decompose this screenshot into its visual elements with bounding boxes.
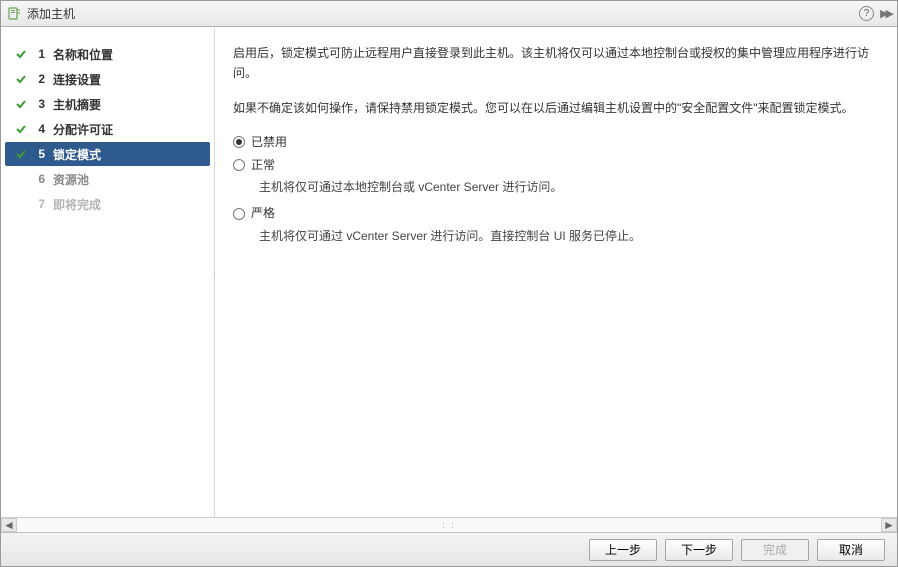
scroll-left-icon[interactable]: ◄ [1, 518, 17, 532]
check-icon [15, 48, 27, 60]
content-panel: 启用后，锁定模式可防止远程用户直接登录到此主机。该主机将仅可以通过本地控制台或授… [215, 27, 897, 517]
step-resource-pool[interactable]: 6 资源池 [5, 167, 210, 191]
back-button[interactable]: 上一步 [589, 539, 657, 561]
titlebar: 添加主机 ? ▶▶ [1, 1, 897, 27]
radio-option-strict[interactable]: 严格 [233, 203, 877, 223]
step-number: 4 [35, 122, 45, 136]
step-assign-license[interactable]: 4 分配许可证 [5, 117, 210, 141]
radio-label: 严格 [251, 203, 275, 223]
step-sidebar: 1 名称和位置 2 连接设置 3 主机摘要 4 [1, 27, 215, 517]
expand-icon[interactable]: ▶▶ [880, 7, 891, 20]
step-number: 6 [35, 172, 45, 186]
host-icon [7, 7, 21, 21]
wizard-footer: 上一步 下一步 完成 取消 [1, 532, 897, 566]
add-host-wizard: 添加主机 ? ▶▶ 1 名称和位置 2 连接设置 [0, 0, 898, 567]
lockdown-radio-group: 已禁用 正常 主机将仅可通过本地控制台或 vCenter Server 进行访问… [233, 132, 877, 246]
step-lockdown-mode[interactable]: 5 锁定模式 [5, 142, 210, 166]
step-label: 名称和位置 [53, 46, 113, 63]
step-label: 即将完成 [53, 196, 101, 213]
radio-icon[interactable] [233, 159, 245, 171]
step-number: 3 [35, 97, 45, 111]
wizard-body: 1 名称和位置 2 连接设置 3 主机摘要 4 [1, 27, 897, 517]
radio-desc-normal: 主机将仅可通过本地控制台或 vCenter Server 进行访问。 [259, 177, 877, 197]
step-label: 连接设置 [53, 71, 101, 88]
horizontal-scrollbar[interactable]: ◄ : : ► [1, 517, 897, 532]
step-label: 分配许可证 [53, 121, 113, 138]
step-number: 7 [35, 197, 45, 211]
step-name-location[interactable]: 1 名称和位置 [5, 42, 210, 66]
step-ready-complete: 7 即将完成 [5, 192, 210, 216]
step-number: 2 [35, 72, 45, 86]
check-icon [15, 123, 27, 135]
step-label: 主机摘要 [53, 96, 101, 113]
step-number: 5 [35, 147, 45, 161]
radio-label: 已禁用 [251, 132, 287, 152]
step-label: 资源池 [53, 171, 89, 188]
splitter-handle-icon[interactable]: ·· [213, 272, 217, 276]
finish-button: 完成 [741, 539, 809, 561]
radio-desc-strict: 主机将仅可通过 vCenter Server 进行访问。直接控制台 UI 服务已… [259, 226, 877, 246]
scroll-track[interactable]: : : [17, 518, 881, 532]
help-icon[interactable]: ? [859, 6, 874, 21]
window-title: 添加主机 [27, 5, 853, 22]
cancel-button[interactable]: 取消 [817, 539, 885, 561]
scroll-grip-icon: : : [442, 520, 456, 530]
intro-text-1: 启用后，锁定模式可防止远程用户直接登录到此主机。该主机将仅可以通过本地控制台或授… [233, 43, 877, 84]
check-icon [15, 73, 27, 85]
radio-option-disabled[interactable]: 已禁用 [233, 132, 877, 152]
radio-label: 正常 [251, 155, 275, 175]
step-label: 锁定模式 [53, 146, 101, 163]
step-number: 1 [35, 47, 45, 61]
intro-text-2: 如果不确定该如何操作，请保持禁用锁定模式。您可以在以后通过编辑主机设置中的"安全… [233, 98, 877, 118]
step-host-summary[interactable]: 3 主机摘要 [5, 92, 210, 116]
scroll-right-icon[interactable]: ► [881, 518, 897, 532]
radio-icon[interactable] [233, 208, 245, 220]
radio-icon[interactable] [233, 136, 245, 148]
step-connection-settings[interactable]: 2 连接设置 [5, 67, 210, 91]
next-button[interactable]: 下一步 [665, 539, 733, 561]
check-icon [15, 98, 27, 110]
check-icon [15, 148, 27, 160]
radio-option-normal[interactable]: 正常 [233, 155, 877, 175]
